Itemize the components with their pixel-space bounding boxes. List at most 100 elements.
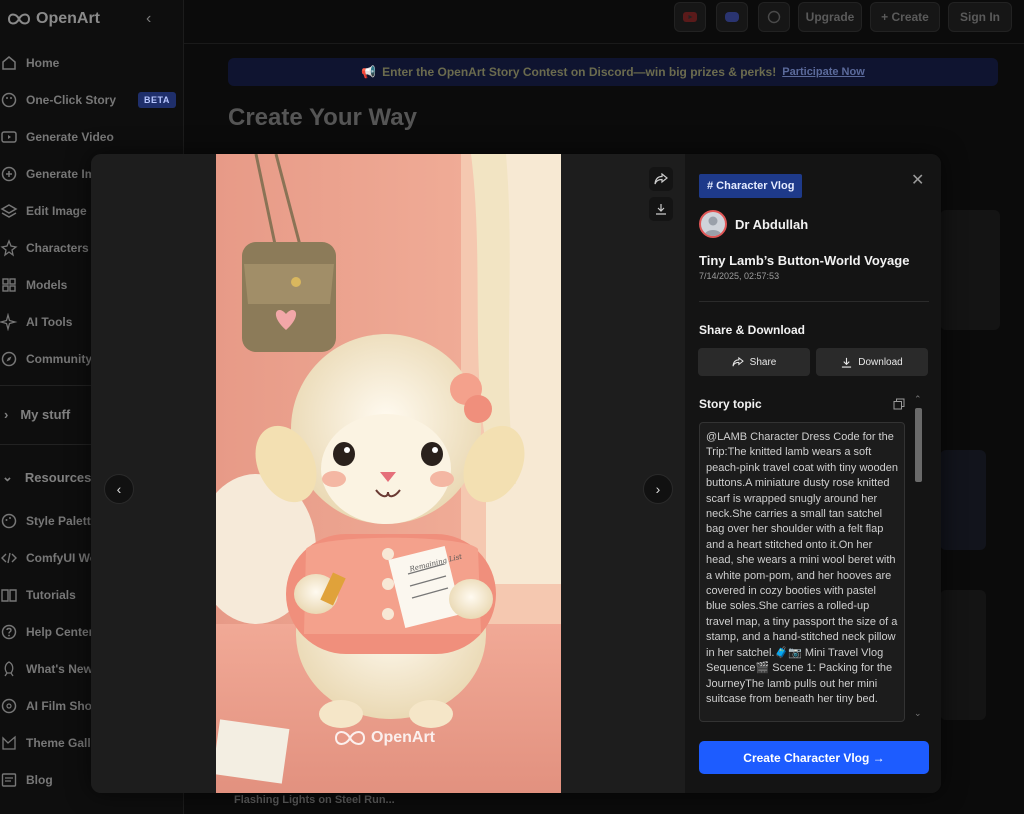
create-button[interactable]: + Create: [870, 2, 940, 32]
download-button[interactable]: Download: [816, 348, 928, 376]
lamb-illustration: [216, 154, 561, 793]
collapse-sidebar-icon[interactable]: ‹: [146, 10, 151, 28]
download-icon: [842, 357, 852, 368]
blog-icon: [1, 773, 17, 787]
book-icon: [1, 589, 17, 602]
openart-logo-icon: [7, 13, 31, 25]
youtube-button[interactable]: [674, 2, 706, 32]
details-panel: # Character Vlog ✕ Dr Abdullah Tiny Lamb…: [685, 154, 941, 793]
story-topic-text: @LAMB Character Dress Code for the Trip:…: [706, 431, 898, 705]
share-download-heading: Share & Download: [699, 323, 806, 337]
discord-button[interactable]: [716, 2, 748, 32]
watermark-text: OpenArt: [371, 729, 435, 746]
sidebar-item-label: Characters: [26, 241, 89, 255]
story-topic-heading: Story topic: [699, 397, 762, 411]
close-icon[interactable]: ✕: [911, 170, 924, 190]
sidebar-item-label: Community: [26, 352, 92, 366]
user-icon: [704, 216, 722, 236]
category-tag[interactable]: # Character Vlog: [699, 174, 803, 198]
sparkle-icon: [0, 313, 18, 331]
sidebar-item-label: Style Palette: [26, 514, 98, 528]
sidebar-item-label: One-Click Story: [26, 93, 117, 107]
logo[interactable]: OpenArt: [6, 10, 100, 28]
top-bar: Upgrade + Create Sign In: [184, 0, 1024, 44]
topic-scrollbar[interactable]: ⌃ ⌄: [913, 394, 923, 724]
sidebar-item-label: ComfyUI Wo: [26, 551, 98, 565]
chevron-left-icon: ‹: [116, 481, 122, 497]
sidebar-item-label: What's New: [26, 662, 93, 676]
download-image-button[interactable]: [649, 197, 673, 221]
share-button[interactable]: Share: [698, 348, 810, 376]
sidebar-item-label: Tutorials: [26, 588, 76, 602]
discord-icon: [725, 12, 739, 22]
copy-icon[interactable]: [893, 398, 905, 410]
gallery-icon: [2, 735, 16, 750]
participate-link[interactable]: Participate Now: [782, 66, 865, 78]
layers-icon: [0, 204, 18, 218]
panel-divider: [699, 301, 929, 302]
chevron-right-icon: ›: [4, 407, 9, 422]
sidebar-item-label: Generate Video: [26, 130, 114, 144]
sidebar-item-label: Help Center: [26, 625, 94, 639]
sidebar-item-label: Blog: [26, 773, 53, 787]
image-viewer: OpenArt Remaining List ‹ ›: [91, 154, 685, 793]
logo-text: OpenArt: [36, 10, 100, 27]
share-button-label: Share: [749, 356, 777, 368]
sidebar-item-label: Generate Im: [26, 167, 96, 181]
compass-icon: [1, 351, 17, 367]
megaphone-icon: 📢: [361, 65, 377, 79]
avatar[interactable]: [699, 210, 727, 238]
share-icon: [732, 357, 744, 367]
download-icon: [656, 204, 666, 215]
sidebar-item-generate-video[interactable]: Generate Video: [0, 119, 184, 155]
scroll-down-icon: ⌄: [914, 708, 922, 718]
sign-in-button[interactable]: Sign In: [948, 2, 1012, 32]
banner-text: Enter the OpenArt Story Contest on Disco…: [382, 65, 777, 79]
code-icon: [1, 552, 17, 564]
gallery-caption: Flashing Lights on Steel Run...: [234, 794, 395, 806]
scroll-up-icon: ⌃: [914, 394, 922, 404]
compass-icon: [767, 10, 781, 24]
compass-button[interactable]: [758, 2, 790, 32]
chevron-down-icon: ⌄: [2, 469, 13, 484]
resources-label: Resources: [24, 469, 92, 485]
chevron-right-icon: ›: [655, 481, 661, 497]
sidebar-item-label: Home: [26, 56, 60, 70]
contest-banner: 📢 Enter the OpenArt Story Contest on Dis…: [228, 58, 998, 86]
sidebar-item-label: AI Tools: [26, 315, 73, 329]
plus-circle-icon: [1, 166, 17, 182]
upgrade-button[interactable]: Upgrade: [798, 2, 862, 32]
story-date: 7/14/2025, 02:57:53: [699, 271, 780, 281]
characters-icon: [0, 239, 18, 257]
gallery-tile: [940, 590, 986, 720]
gallery-tile: [940, 450, 986, 550]
next-image-button[interactable]: ›: [643, 474, 673, 504]
help-icon: [1, 624, 17, 640]
beta-badge: BETA: [138, 92, 176, 108]
video-icon: [1, 131, 17, 143]
palette-icon: [1, 92, 17, 108]
scroll-thumb[interactable]: [915, 408, 922, 482]
create-character-vlog-button[interactable]: Create Character Vlog →: [699, 741, 929, 774]
story-title: Tiny Lamb’s Button-World Voyage: [699, 253, 910, 268]
gallery-tile: [940, 210, 1000, 330]
page-title: Create Your Way: [228, 104, 417, 131]
author-name[interactable]: Dr Abdullah: [735, 217, 808, 232]
download-button-label: Download: [858, 356, 903, 368]
rocket-icon: [4, 661, 14, 677]
sidebar-item-home[interactable]: Home: [0, 45, 184, 81]
film-icon: [1, 698, 17, 714]
sidebar-item-label: Models: [26, 278, 68, 292]
share-icon: [654, 173, 668, 185]
my-stuff-label: My stuff: [20, 407, 71, 422]
story-topic-textbox[interactable]: @LAMB Character Dress Code for the Trip:…: [699, 422, 905, 722]
story-detail-modal: OpenArt Remaining List ‹ › # Character V…: [91, 154, 941, 793]
grid-icon: [2, 278, 16, 292]
youtube-icon: [683, 12, 697, 22]
palette-icon: [1, 513, 17, 529]
home-icon: [2, 56, 16, 70]
share-image-button[interactable]: [649, 167, 673, 191]
sidebar-item-one-click-story[interactable]: One-Click Story BETA: [0, 82, 184, 118]
previous-image-button[interactable]: ‹: [104, 474, 134, 504]
sidebar-item-label: Theme Galle: [26, 736, 98, 750]
